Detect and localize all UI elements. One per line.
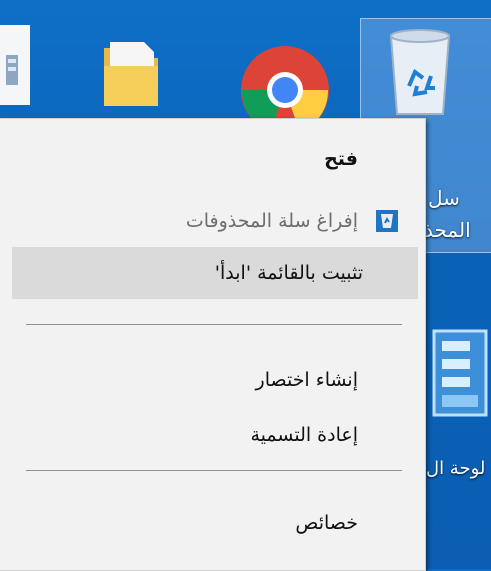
recycle-bin-icon: [376, 210, 398, 232]
menu-item-pin-to-start-label: تثبيت بالقائمة 'ابدأ': [214, 262, 363, 284]
menu-item-empty-recycle-bin-label: إفراغ سلة المحذوفات: [185, 210, 358, 232]
menu-separator: [26, 324, 402, 325]
menu-item-rename[interactable]: إعادة التسمية: [0, 409, 425, 461]
control-panel-icon[interactable]: [428, 325, 491, 420]
recycle-bin-label-line1: سل: [428, 186, 460, 210]
menu-item-empty-recycle-bin[interactable]: إفراغ سلة المحذوفات: [0, 195, 425, 247]
document-icon[interactable]: [0, 25, 32, 105]
recycle-bin-label-line2: المحذ: [424, 218, 471, 242]
menu-separator: [26, 470, 402, 471]
control-panel-label: لوحة ال: [426, 458, 486, 479]
menu-item-open[interactable]: فتح: [0, 133, 425, 185]
context-menu: فتح إفراغ سلة المحذوفات تثبيت بالقائمة '…: [0, 118, 426, 571]
menu-item-rename-label: إعادة التسمية: [250, 424, 358, 446]
menu-item-pin-to-start[interactable]: تثبيت بالقائمة 'ابدأ': [12, 247, 418, 299]
menu-item-properties[interactable]: خصائص: [0, 497, 425, 549]
folder-icon[interactable]: [100, 38, 162, 108]
menu-item-properties-label: خصائص: [295, 512, 358, 534]
menu-item-open-label: فتح: [324, 148, 358, 170]
menu-item-create-shortcut-label: إنشاء اختصار: [255, 369, 358, 391]
chrome-icon[interactable]: [240, 38, 330, 134]
recycle-bin-icon[interactable]: [383, 28, 457, 118]
menu-item-create-shortcut[interactable]: إنشاء اختصار: [0, 354, 425, 406]
